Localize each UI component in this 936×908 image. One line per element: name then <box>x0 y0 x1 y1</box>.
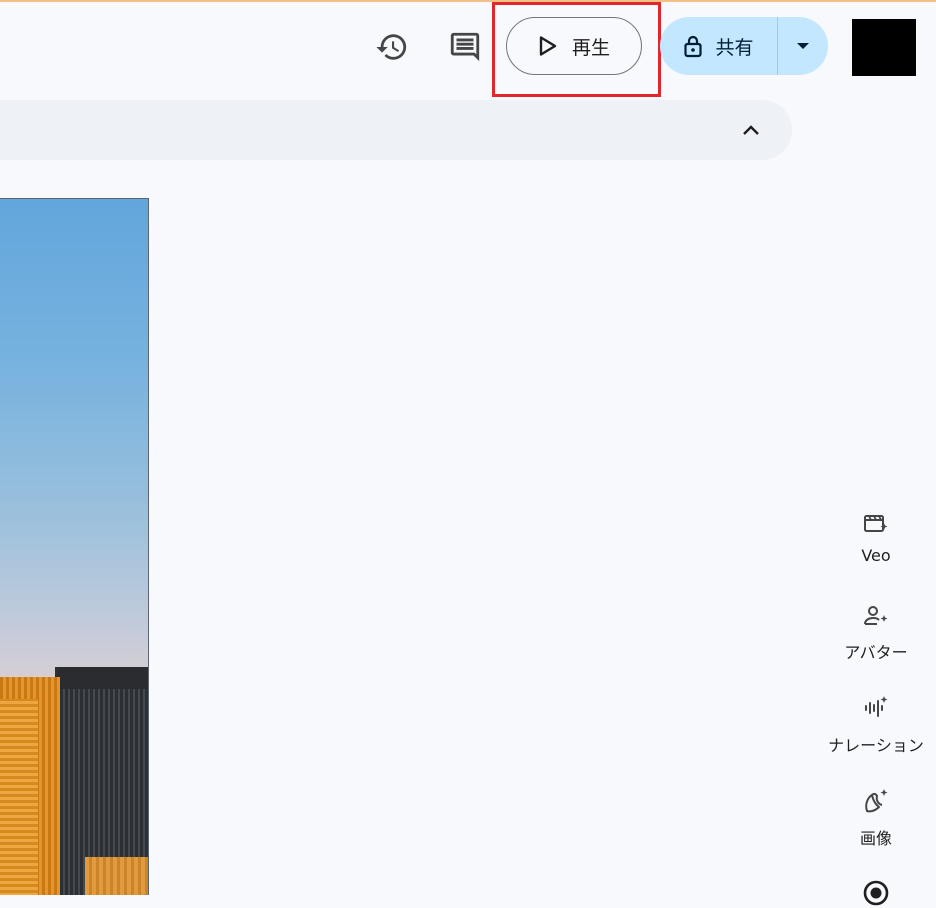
comments-button[interactable] <box>445 27 485 67</box>
tool-label: アバター <box>844 643 908 662</box>
building-shape <box>58 667 148 689</box>
share-button-group: 共有 <box>660 17 828 75</box>
play-button[interactable]: 再生 <box>506 17 642 75</box>
chevron-up-icon <box>743 125 759 135</box>
history-button[interactable] <box>372 27 412 67</box>
tool-avatar[interactable]: アバター <box>818 603 934 663</box>
tool-label: Veo <box>861 546 891 565</box>
play-label: 再生 <box>571 36 610 59</box>
building-shape <box>0 699 38 895</box>
banana-sparkle-icon <box>865 789 888 813</box>
slide-canvas-image[interactable] <box>0 198 149 895</box>
share-label: 共有 <box>715 36 754 59</box>
tool-record[interactable] <box>818 878 934 908</box>
audio-sparkle-icon <box>865 696 888 717</box>
account-avatar[interactable] <box>852 19 916 76</box>
share-options-dropdown[interactable] <box>778 17 828 75</box>
lock-icon <box>684 35 703 58</box>
building-shape <box>85 857 148 895</box>
history-icon <box>376 34 407 60</box>
tool-image[interactable]: 画像 <box>818 787 934 849</box>
share-button[interactable]: 共有 <box>660 17 777 75</box>
tool-veo[interactable]: Veo <box>818 510 934 565</box>
collapsible-panel-header <box>0 100 792 160</box>
person-sparkle-icon <box>864 606 888 625</box>
video-sparkle-icon <box>864 515 888 532</box>
comment-icon <box>450 32 480 62</box>
tool-narration[interactable]: ナレーション <box>818 694 934 756</box>
collapse-panel-button[interactable] <box>731 110 771 150</box>
record-icon <box>863 880 889 906</box>
play-icon <box>539 36 557 56</box>
tool-label: ナレーション <box>828 736 924 755</box>
top-accent-line <box>0 0 936 2</box>
tool-label: 画像 <box>859 829 892 848</box>
caret-down-icon <box>797 43 809 49</box>
